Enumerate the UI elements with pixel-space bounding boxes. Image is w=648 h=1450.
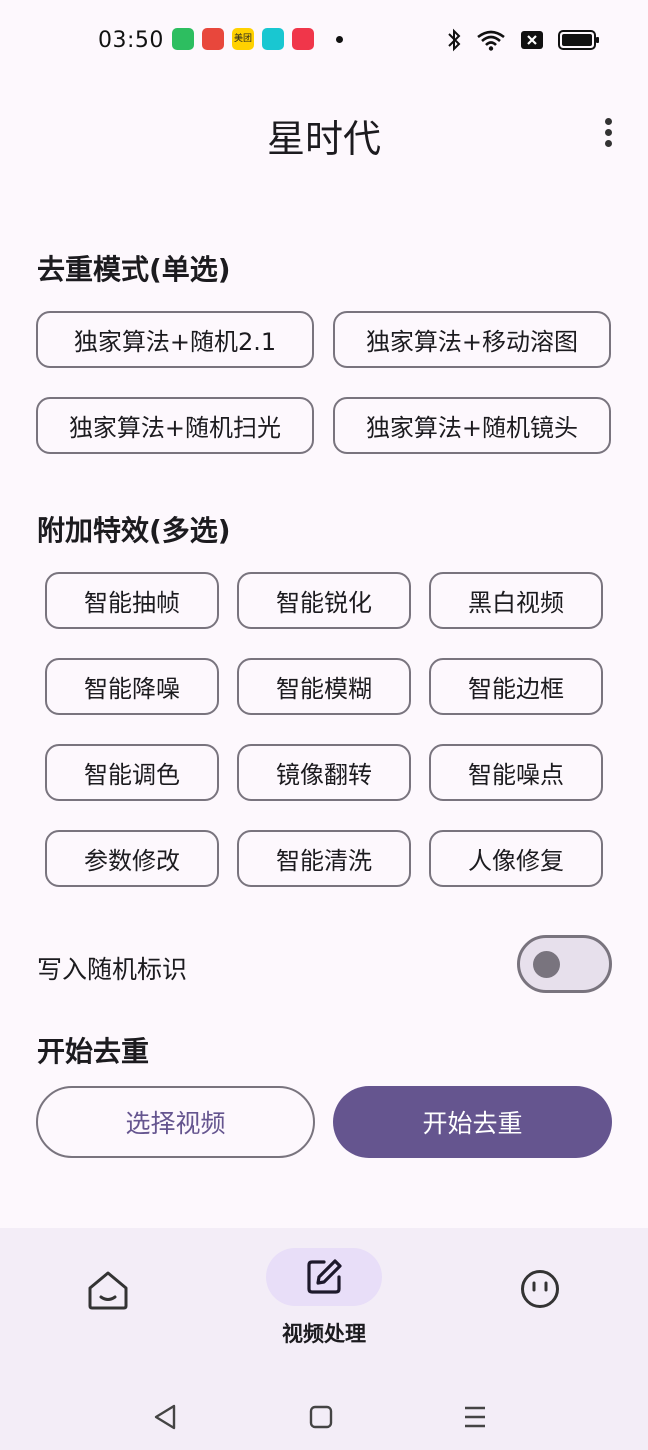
nav-item-home[interactable] bbox=[68, 1268, 148, 1312]
effect-chip[interactable]: 智能模糊 bbox=[237, 658, 411, 715]
effect-chip[interactable]: 智能调色 bbox=[45, 744, 219, 801]
battery-icon bbox=[558, 30, 599, 50]
nav-active-indicator bbox=[266, 1248, 382, 1306]
notification-icons: 美团 bbox=[172, 28, 343, 50]
nav-label-video-processing: 视频处理 bbox=[282, 1322, 366, 1346]
effect-chip[interactable]: 智能抽帧 bbox=[45, 572, 219, 629]
screen: 03:50 美团 星时代 去重模式(单选) 独家算法+随机2.1 独家算法+移动… bbox=[0, 0, 648, 1450]
effect-chip[interactable]: 智能清洗 bbox=[237, 830, 411, 887]
more-vert-icon bbox=[604, 117, 612, 125]
effect-chip[interactable]: 黑白视频 bbox=[429, 572, 603, 629]
mode-chip-random21[interactable]: 独家算法+随机2.1 bbox=[36, 311, 314, 368]
more-options-button[interactable] bbox=[596, 112, 620, 152]
switch-knob bbox=[533, 951, 560, 978]
system-navigation-bar bbox=[0, 1388, 648, 1448]
more-notifications-dot bbox=[336, 35, 343, 43]
mode-chip-random-sweep[interactable]: 独家算法+随机扫光 bbox=[36, 397, 314, 454]
home-icon bbox=[88, 1271, 128, 1310]
face-icon bbox=[521, 1270, 559, 1308]
meituan-app-icon: 美团 bbox=[232, 28, 254, 50]
bluetooth-icon bbox=[448, 28, 461, 52]
wifi-icon bbox=[477, 30, 505, 51]
tv-app-icon bbox=[262, 28, 284, 50]
nav-item-profile[interactable] bbox=[500, 1268, 580, 1310]
shield-app-icon bbox=[172, 28, 194, 50]
status-time: 03:50 bbox=[98, 28, 164, 53]
mode-chip-move-blend[interactable]: 独家算法+移动溶图 bbox=[333, 311, 611, 368]
effect-chip[interactable]: 智能锐化 bbox=[237, 572, 411, 629]
edit-icon bbox=[307, 1259, 342, 1294]
effect-chip[interactable]: 镜像翻转 bbox=[237, 744, 411, 801]
red-app-icon bbox=[202, 28, 224, 50]
start-section-title: 开始去重 bbox=[37, 1035, 150, 1068]
recents-menu-icon[interactable] bbox=[462, 1402, 488, 1432]
select-video-button[interactable]: 选择视频 bbox=[36, 1086, 315, 1158]
status-bar: 03:50 美团 bbox=[0, 0, 648, 82]
effect-chip[interactable]: 人像修复 bbox=[429, 830, 603, 887]
random-tag-label: 写入随机标识 bbox=[37, 955, 188, 984]
effects-section-title: 附加特效(多选) bbox=[37, 514, 231, 547]
start-dedup-button[interactable]: 开始去重 bbox=[333, 1086, 612, 1158]
no-sim-icon bbox=[521, 31, 543, 49]
home-square-icon[interactable] bbox=[308, 1402, 334, 1432]
random-tag-switch[interactable] bbox=[517, 935, 612, 993]
pinduoduo-app-icon bbox=[292, 28, 314, 50]
app-title: 星时代 bbox=[266, 117, 381, 161]
effect-chip[interactable]: 智能降噪 bbox=[45, 658, 219, 715]
effect-chip[interactable]: 智能边框 bbox=[429, 658, 603, 715]
mode-section-title: 去重模式(单选) bbox=[37, 253, 231, 286]
back-icon[interactable] bbox=[152, 1402, 178, 1432]
effect-chip[interactable]: 智能噪点 bbox=[429, 744, 603, 801]
bottom-navigation: 视频处理 bbox=[0, 1228, 648, 1450]
effect-chip[interactable]: 参数修改 bbox=[45, 830, 219, 887]
nav-item-video-processing[interactable]: 视频处理 bbox=[250, 1248, 398, 1348]
system-icons bbox=[446, 28, 599, 52]
mode-chip-random-lens[interactable]: 独家算法+随机镜头 bbox=[333, 397, 611, 454]
